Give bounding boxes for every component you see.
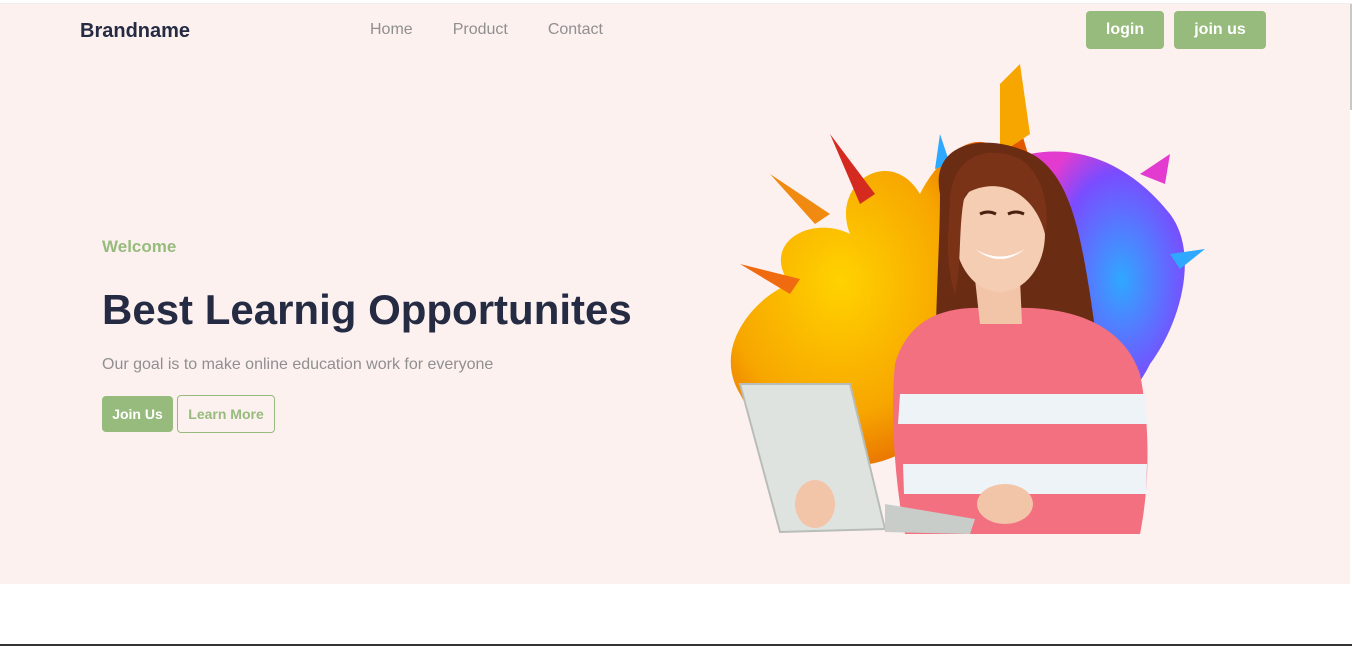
nav-product[interactable]: Product <box>453 21 508 39</box>
hero-subtitle: Our goal is to make online education wor… <box>102 356 494 373</box>
nav-contact[interactable]: Contact <box>548 21 603 39</box>
nav-home[interactable]: Home <box>370 21 413 39</box>
main-nav: Home Product Contact <box>370 21 603 39</box>
hero-eyebrow: Welcome <box>102 237 177 256</box>
hero-section: Brandname Home Product Contact login joi… <box>0 4 1350 584</box>
student-with-laptop-illustration <box>730 64 1205 534</box>
join-us-cta-button[interactable]: Join Us <box>102 396 173 432</box>
brand-logo[interactable]: Brandname <box>80 20 190 43</box>
join-us-button[interactable]: join us <box>1174 11 1266 49</box>
learn-more-button[interactable]: Learn More <box>177 395 275 433</box>
login-button[interactable]: login <box>1086 11 1164 49</box>
hero-title: Best Learnig Opportunites <box>102 286 632 333</box>
